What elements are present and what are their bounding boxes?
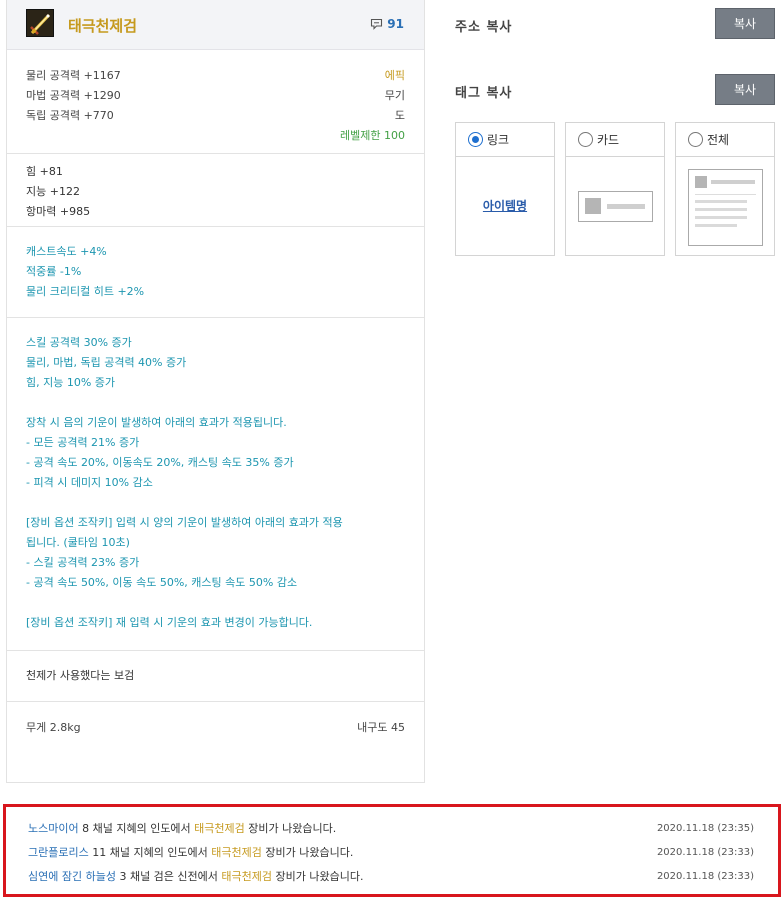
durability-text: 내구도 45 — [357, 721, 405, 734]
drop-entry: 심연에 잠긴 하늘성 3 채널 검은 신전에서 태극천제검 장비가 나왔습니다.… — [28, 869, 754, 885]
effect-line: [장비 옵션 조작키] 재 입력 시 기운의 효과 변경이 가능합니다. — [26, 616, 313, 629]
drop-entry: 노스마이어 8 채널 지혜의 인도에서 태극천제검 장비가 나왔습니다. 2020… — [28, 821, 754, 837]
drop-log: 노스마이어 8 채널 지혜의 인도에서 태극천제검 장비가 나왔습니다. 2020… — [3, 804, 781, 897]
options-section: 캐스트속도 +4% 적중률 -1% 물리 크리티컬 히트 +2% — [7, 227, 424, 318]
effect-line: [장비 옵션 조작키] 입력 시 양의 기운이 발생하여 아래의 효과가 적용 — [26, 516, 343, 529]
effect-line: - 공격 속도 50%, 이동 속도 50%, 캐스팅 속도 50% 감소 — [26, 576, 298, 589]
effect-line — [7, 493, 424, 513]
base-stat-tag: 레벨제한 100 — [340, 129, 405, 142]
drop-location: 8 채널 지혜의 인도에서 — [78, 822, 195, 835]
footer-section: 무게 2.8kg 내구도 45 — [7, 702, 424, 762]
base-stat-tag: 도 — [394, 109, 405, 122]
flavor-text: 천제가 사용했다는 보검 — [26, 669, 135, 682]
drop-item-link[interactable]: 태극천제검 — [194, 822, 245, 835]
tag-copy-label: 태그 복사 — [455, 86, 513, 101]
effect-line: - 모든 공격력 21% 증가 — [26, 436, 140, 449]
effect-line — [7, 593, 424, 613]
card-option-label: 카드 — [597, 133, 620, 147]
effect-line: - 스킬 공격력 23% 증가 — [26, 556, 140, 569]
drop-item-link[interactable]: 태극천제검 — [211, 846, 262, 859]
drop-time: 2020.11.18 (23:33) — [656, 847, 754, 858]
drop-character-link[interactable]: 노스마이어 — [28, 822, 79, 835]
address-copy-label: 주소 복사 — [455, 20, 513, 35]
link-option-label: 링크 — [487, 133, 510, 147]
item-header: 태극천제검 91 — [7, 0, 424, 50]
base-stat-row: 레벨제한 100 — [7, 126, 424, 146]
card-preview-icon — [578, 191, 653, 222]
drop-location: 3 채널 검은 신전에서 — [115, 870, 222, 883]
base-stat-label: 물리 공격력 +1167 — [26, 69, 121, 82]
full-radio[interactable] — [688, 132, 703, 147]
tag-option-link[interactable]: 링크 아이템명 — [455, 122, 555, 256]
effect-line — [7, 393, 424, 413]
stats-section: 힘 +81 지능 +122 항마력 +985 — [7, 154, 424, 227]
tag-copy-button[interactable]: 복사 — [715, 74, 775, 105]
drop-suffix: 장비가 나왔습니다. — [244, 822, 337, 835]
base-stat-row: 물리 공격력 +1167 에픽 — [7, 66, 424, 86]
effect-line: 힘, 지능 10% 증가 — [26, 376, 116, 389]
base-stat-label: 마법 공격력 +1290 — [26, 89, 121, 102]
item-name: 태극천제검 — [68, 17, 138, 35]
drop-location: 11 채널 지혜의 인도에서 — [88, 846, 212, 859]
link-preview: 아이템명 — [482, 199, 528, 213]
base-stat-tag: 무기 — [384, 89, 405, 102]
weight-text: 무게 2.8kg — [26, 721, 81, 734]
full-preview-icon — [688, 169, 763, 246]
stat-line: 지능 +122 — [26, 185, 80, 198]
effect-line: 됩니다. (쿨타임 10초) — [26, 536, 130, 549]
drop-entry: 그란플로리스 11 채널 지혜의 인도에서 태극천제검 장비가 나왔습니다. 20… — [28, 845, 754, 861]
option-line: 적중률 -1% — [26, 265, 82, 278]
drop-time: 2020.11.18 (23:33) — [656, 871, 754, 882]
stat-line: 힘 +81 — [26, 165, 63, 178]
drop-time: 2020.11.18 (23:35) — [656, 823, 754, 834]
drop-character-link[interactable]: 심연에 잠긴 하늘성 — [28, 870, 116, 883]
effect-line: 스킬 공격력 30% 증가 — [26, 336, 132, 349]
sword-icon — [26, 9, 54, 37]
base-stat-label: 독립 공격력 +770 — [26, 109, 114, 122]
option-line: 캐스트속도 +4% — [26, 245, 107, 258]
item-panel: 태극천제검 91 물리 공격력 +1167 에픽마법 공격력 +1290 무기독립 … — [6, 0, 425, 783]
drop-character-link[interactable]: 그란플로리스 — [28, 846, 89, 859]
option-line: 물리 크리티컬 히트 +2% — [26, 285, 145, 298]
effects-section: 스킬 공격력 30% 증가물리, 마법, 독립 공격력 40% 증가힘, 지능 … — [7, 318, 424, 651]
effect-line: - 공격 속도 20%, 이동속도 20%, 캐스팅 속도 35% 증가 — [26, 456, 294, 469]
drop-message: 그란플로리스 11 채널 지혜의 인도에서 태극천제검 장비가 나왔습니다. — [28, 845, 353, 861]
tag-option-card[interactable]: 카드 — [565, 122, 665, 256]
effect-line: 장착 시 음의 기운이 발생하여 아래의 효과가 적용됩니다. — [26, 416, 287, 429]
stat-line: 항마력 +985 — [26, 205, 91, 218]
base-stat-tag: 에픽 — [384, 69, 405, 82]
card-radio[interactable] — [578, 132, 593, 147]
tag-option-full[interactable]: 전체 — [675, 122, 775, 256]
drop-message: 노스마이어 8 채널 지혜의 인도에서 태극천제검 장비가 나왔습니다. — [28, 821, 336, 837]
base-stats-section: 물리 공격력 +1167 에픽마법 공격력 +1290 무기독립 공격력 +770 도… — [7, 50, 424, 154]
full-option-label: 전체 — [707, 133, 730, 147]
comment-icon — [371, 18, 383, 30]
comment-count[interactable]: 91 — [370, 17, 404, 31]
drop-message: 심연에 잠긴 하늘성 3 채널 검은 신전에서 태극천제검 장비가 나왔습니다. — [28, 869, 363, 885]
effect-line: 물리, 마법, 독립 공격력 40% 증가 — [26, 356, 187, 369]
drop-item-link[interactable]: 태극천제검 — [221, 870, 272, 883]
base-stat-row: 마법 공격력 +1290 무기 — [7, 86, 424, 106]
comment-count-value: 91 — [387, 17, 404, 31]
address-copy-row: 주소 복사 복사 — [455, 8, 775, 40]
tag-copy-row: 태그 복사 복사 — [455, 74, 775, 106]
effect-line: - 피격 시 데미지 10% 감소 — [26, 476, 153, 489]
drop-suffix: 장비가 나왔습니다. — [272, 870, 364, 883]
flavor-section: 천제가 사용했다는 보검 — [7, 651, 424, 702]
address-copy-button[interactable]: 복사 — [715, 8, 775, 39]
drop-suffix: 장비가 나왔습니다. — [261, 846, 354, 859]
base-stat-row: 독립 공격력 +770 도 — [7, 106, 424, 126]
link-radio[interactable] — [468, 132, 483, 147]
